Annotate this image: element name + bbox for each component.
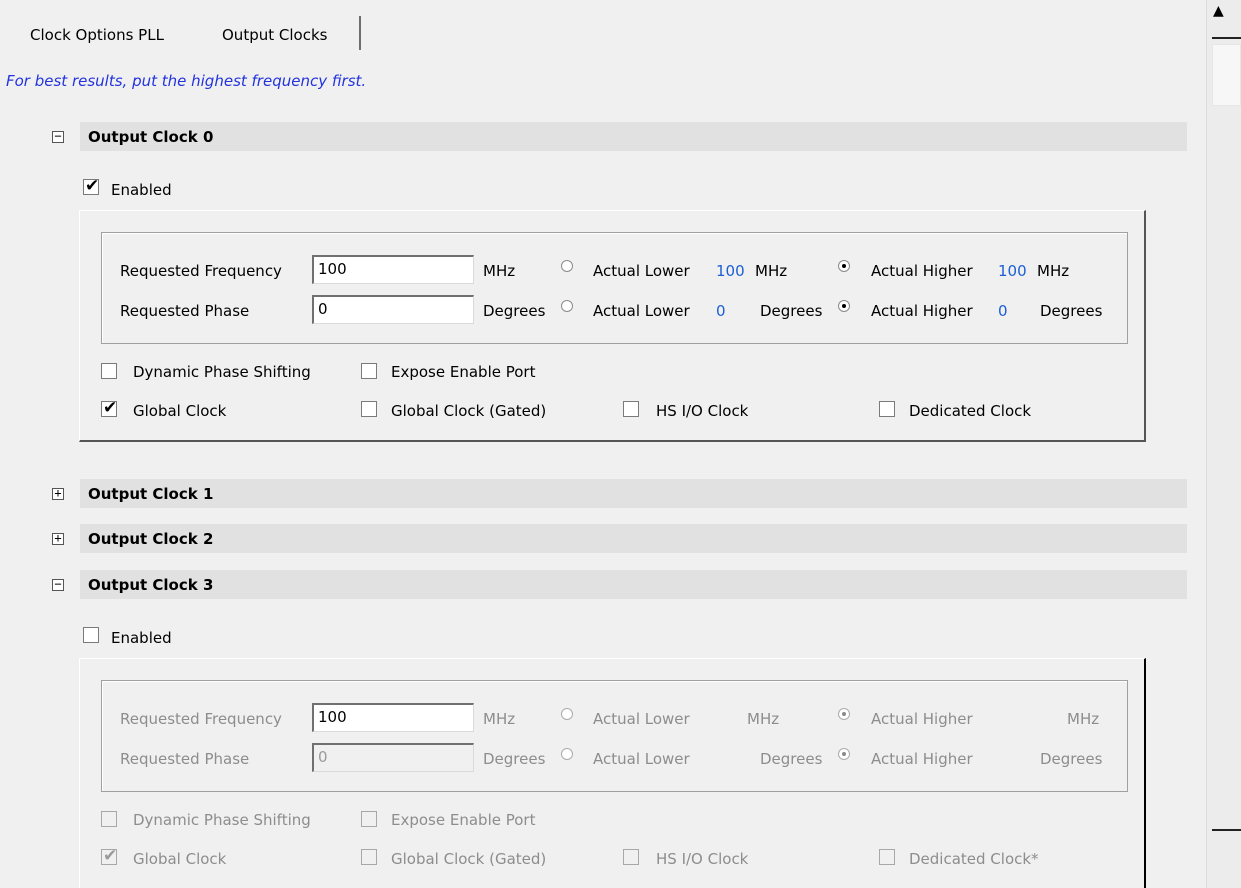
- phase-actual-higher-unit: Degrees: [1040, 750, 1103, 768]
- scrollbar-divider: [1212, 37, 1241, 39]
- dynamic-phase-shifting-checkbox[interactable]: [101, 363, 117, 379]
- frequency-actual-lower-unit: MHz: [747, 710, 780, 728]
- phase-actual-higher-value: 0: [998, 302, 1008, 320]
- scrollbar-divider: [1212, 829, 1241, 831]
- requested-phase-label: Requested Phase: [120, 302, 250, 320]
- phase-unit: Degrees: [483, 750, 546, 768]
- output-clocks-page: Clock Options PLL Output Clocks For best…: [0, 0, 1206, 888]
- frequency-actual-lower-radio[interactable]: [561, 260, 573, 272]
- hs-io-clock-checkbox[interactable]: [623, 849, 639, 865]
- global-clock-label: Global Clock: [133, 402, 227, 420]
- global-clock-checkbox[interactable]: ✔: [101, 398, 118, 418]
- dedicated-clock-checkbox[interactable]: [879, 401, 895, 417]
- phase-actual-lower-radio[interactable]: [561, 748, 573, 760]
- frequency-phase-group: Requested Frequency 100 MHz Actual Lower…: [101, 232, 1128, 344]
- frequency-actual-higher-unit: MHz: [1067, 710, 1100, 728]
- collapse-icon[interactable]: −: [52, 578, 64, 591]
- checkmark-icon: ✔: [85, 176, 100, 196]
- expose-enable-port-label: Expose Enable Port: [391, 363, 536, 381]
- hs-io-clock-label: HS I/O Clock: [656, 850, 749, 868]
- global-clock-gated-checkbox[interactable]: [361, 401, 377, 417]
- vertical-scrollbar[interactable]: ▲: [1206, 0, 1241, 888]
- frequency-actual-lower-label: Actual Lower: [593, 262, 690, 280]
- requested-frequency-label: Requested Frequency: [120, 262, 282, 280]
- dedicated-clock-label: Dedicated Clock*: [909, 850, 1039, 868]
- frequency-actual-lower-value: 100: [716, 262, 745, 280]
- requested-phase-label: Requested Phase: [120, 750, 250, 768]
- expand-icon[interactable]: +: [52, 532, 64, 545]
- output-clock-0-panel: Requested Frequency 100 MHz Actual Lower…: [79, 210, 1146, 442]
- frequency-actual-higher-radio[interactable]: [838, 708, 850, 720]
- phase-unit: Degrees: [483, 302, 546, 320]
- global-clock-gated-label: Global Clock (Gated): [391, 402, 547, 420]
- frequency-actual-lower-unit: MHz: [755, 262, 788, 280]
- tab-strip: Clock Options PLL Output Clocks: [0, 0, 1206, 56]
- phase-actual-lower-unit: Degrees: [760, 302, 823, 320]
- frequency-actual-higher-value: 100: [998, 262, 1027, 280]
- enabled-checkbox[interactable]: ✔: [83, 176, 100, 196]
- tab-label: Clock Options PLL: [30, 26, 164, 44]
- scrollbar-thumb[interactable]: [1212, 44, 1241, 106]
- dynamic-phase-shifting-label: Dynamic Phase Shifting: [133, 811, 311, 829]
- expose-enable-port-checkbox[interactable]: [361, 811, 377, 827]
- dedicated-clock-label: Dedicated Clock: [909, 402, 1032, 420]
- phase-actual-lower-radio[interactable]: [561, 300, 573, 312]
- requested-frequency-input[interactable]: 100: [312, 703, 474, 732]
- dynamic-phase-shifting-checkbox[interactable]: [101, 811, 117, 827]
- frequency-actual-lower-radio[interactable]: [561, 708, 573, 720]
- output-clock-3-panel: Requested Frequency 100 MHz Actual Lower…: [79, 658, 1146, 888]
- frequency-unit: MHz: [483, 262, 516, 280]
- section-title: Output Clock 2: [88, 530, 214, 548]
- phase-actual-lower-label: Actual Lower: [593, 302, 690, 320]
- frequency-phase-group: Requested Frequency 100 MHz Actual Lower…: [101, 680, 1128, 792]
- hs-io-clock-label: HS I/O Clock: [656, 402, 749, 420]
- requested-phase-input[interactable]: 0: [312, 295, 474, 324]
- section-header-output-clock-2[interactable]: Output Clock 2: [80, 524, 1187, 553]
- section-header-output-clock-1[interactable]: Output Clock 1: [80, 479, 1187, 508]
- tab-output-clocks[interactable]: Output Clocks: [186, 16, 361, 50]
- expose-enable-port-label: Expose Enable Port: [391, 811, 536, 829]
- enabled-label: Enabled: [111, 629, 172, 647]
- phase-actual-higher-label: Actual Higher: [871, 302, 973, 320]
- enabled-checkbox[interactable]: [83, 627, 99, 643]
- dedicated-clock-checkbox[interactable]: [879, 849, 895, 865]
- section-header-output-clock-0[interactable]: Output Clock 0: [80, 122, 1187, 151]
- frequency-actual-higher-unit: MHz: [1037, 262, 1070, 280]
- frequency-actual-higher-radio[interactable]: [838, 260, 850, 272]
- phase-actual-higher-radio[interactable]: [838, 300, 850, 312]
- dynamic-phase-shifting-label: Dynamic Phase Shifting: [133, 363, 311, 381]
- global-clock-checkbox[interactable]: ✔: [101, 846, 118, 866]
- phase-actual-higher-unit: Degrees: [1040, 302, 1103, 320]
- section-header-output-clock-3[interactable]: Output Clock 3: [80, 570, 1187, 599]
- phase-actual-higher-label: Actual Higher: [871, 750, 973, 768]
- phase-actual-higher-radio[interactable]: [838, 748, 850, 760]
- requested-frequency-input[interactable]: 100: [312, 255, 474, 284]
- checkmark-icon: ✔: [103, 846, 118, 866]
- global-clock-label: Global Clock: [133, 850, 227, 868]
- enabled-label: Enabled: [111, 181, 172, 199]
- phase-actual-lower-label: Actual Lower: [593, 750, 690, 768]
- scroll-up-icon[interactable]: ▲: [1213, 4, 1224, 18]
- phase-actual-lower-unit: Degrees: [760, 750, 823, 768]
- frequency-actual-higher-label: Actual Higher: [871, 262, 973, 280]
- checkmark-icon: ✔: [103, 398, 118, 418]
- expose-enable-port-checkbox[interactable]: [361, 363, 377, 379]
- hint-text: For best results, put the highest freque…: [6, 72, 367, 90]
- tab-clock-options-pll[interactable]: Clock Options PLL: [6, 16, 186, 50]
- global-clock-gated-label: Global Clock (Gated): [391, 850, 547, 868]
- collapse-icon[interactable]: −: [52, 130, 64, 143]
- requested-frequency-label: Requested Frequency: [120, 710, 282, 728]
- section-title: Output Clock 1: [88, 485, 214, 503]
- section-title: Output Clock 0: [88, 128, 214, 146]
- requested-phase-input[interactable]: 0: [312, 743, 474, 772]
- section-title: Output Clock 3: [88, 576, 214, 594]
- global-clock-gated-checkbox[interactable]: [361, 849, 377, 865]
- frequency-actual-higher-label: Actual Higher: [871, 710, 973, 728]
- frequency-actual-lower-label: Actual Lower: [593, 710, 690, 728]
- tab-label: Output Clocks: [222, 26, 328, 44]
- hs-io-clock-checkbox[interactable]: [623, 401, 639, 417]
- expand-icon[interactable]: +: [52, 487, 64, 500]
- phase-actual-lower-value: 0: [716, 302, 726, 320]
- frequency-unit: MHz: [483, 710, 516, 728]
